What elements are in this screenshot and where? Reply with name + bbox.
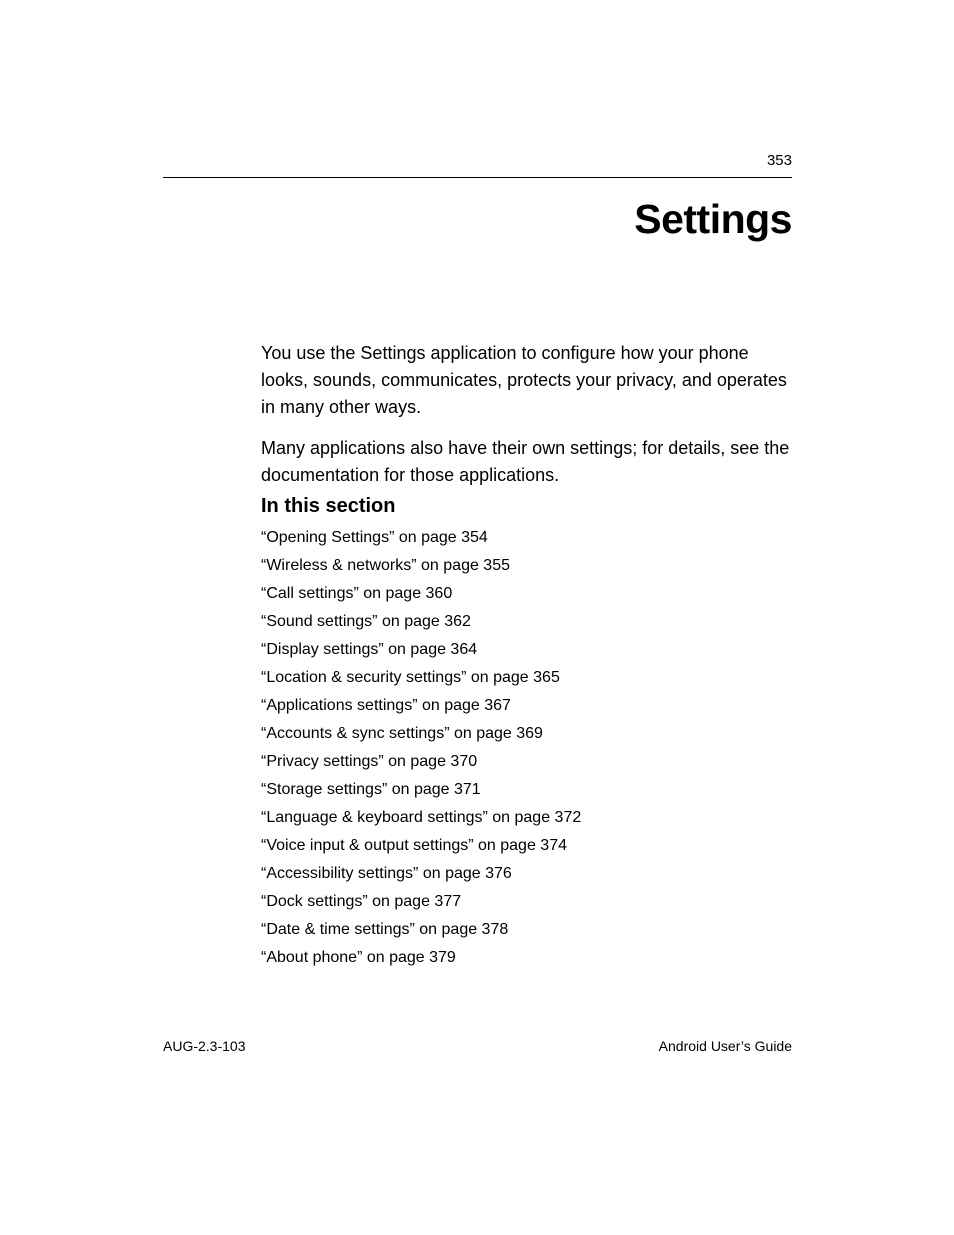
chapter-title: Settings: [634, 196, 792, 243]
toc-entry[interactable]: “Display settings” on page 364: [261, 636, 792, 664]
toc-entry[interactable]: “Opening Settings” on page 354: [261, 524, 792, 552]
toc-entry[interactable]: “Voice input & output settings” on page …: [261, 832, 792, 860]
footer-left: AUG-2.3-103: [163, 1038, 245, 1054]
toc-entry[interactable]: “Sound settings” on page 362: [261, 608, 792, 636]
toc-entry[interactable]: “About phone” on page 379: [261, 944, 792, 972]
toc-entry[interactable]: “Language & keyboard settings” on page 3…: [261, 804, 792, 832]
toc-entry[interactable]: “Privacy settings” on page 370: [261, 748, 792, 776]
header-rule: [163, 177, 792, 178]
page-number: 353: [767, 152, 792, 169]
section-heading: In this section: [261, 495, 395, 518]
toc-entry[interactable]: “Storage settings” on page 371: [261, 776, 792, 804]
toc-entry[interactable]: “Accounts & sync settings” on page 369: [261, 720, 792, 748]
body-text: You use the Settings application to conf…: [261, 340, 792, 503]
toc-entry[interactable]: “Accessibility settings” on page 376: [261, 860, 792, 888]
toc-entry[interactable]: “Applications settings” on page 367: [261, 692, 792, 720]
toc-entry[interactable]: “Dock settings” on page 377: [261, 888, 792, 916]
toc-entry[interactable]: “Location & security settings” on page 3…: [261, 664, 792, 692]
footer-right: Android User’s Guide: [659, 1038, 792, 1054]
toc-list: “Opening Settings” on page 354 “Wireless…: [261, 524, 792, 972]
toc-entry[interactable]: “Wireless & networks” on page 355: [261, 552, 792, 580]
paragraph: Many applications also have their own se…: [261, 435, 792, 489]
paragraph: You use the Settings application to conf…: [261, 340, 792, 421]
toc-entry[interactable]: “Call settings” on page 360: [261, 580, 792, 608]
toc-entry[interactable]: “Date & time settings” on page 378: [261, 916, 792, 944]
